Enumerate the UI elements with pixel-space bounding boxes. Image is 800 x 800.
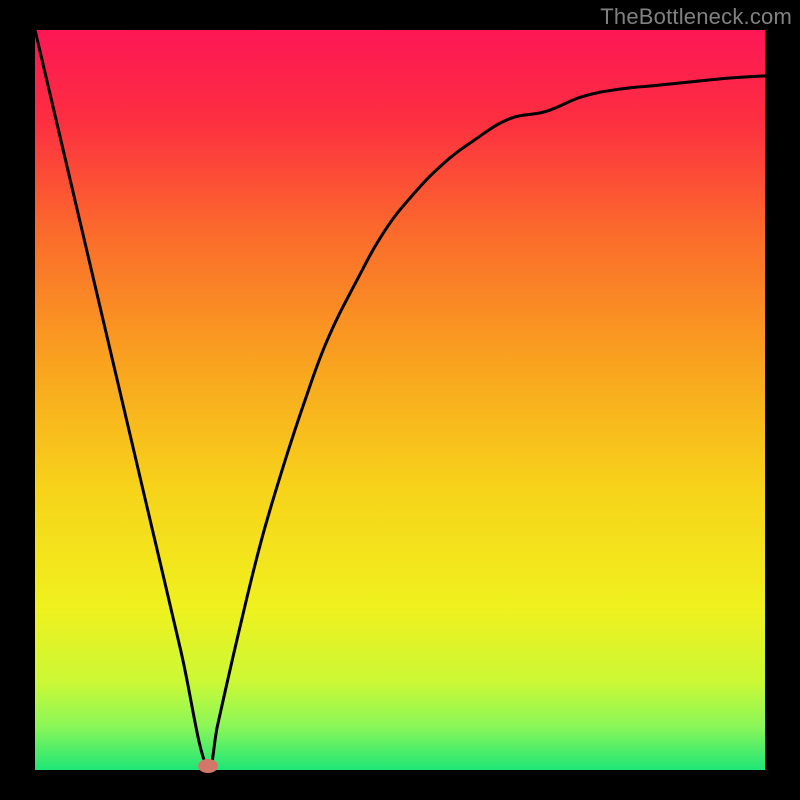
minimum-marker xyxy=(198,759,218,773)
attribution-label: TheBottleneck.com xyxy=(600,4,792,30)
bottleneck-chart xyxy=(0,0,800,800)
plot-background xyxy=(35,30,765,770)
chart-frame: TheBottleneck.com xyxy=(0,0,800,800)
